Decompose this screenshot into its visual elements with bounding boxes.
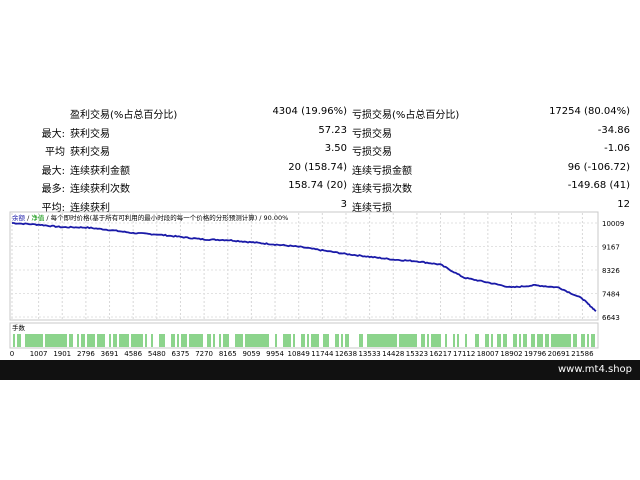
x-tick-label: 13533 (358, 350, 380, 358)
stats-row: 最多: 连续获利次数 158.74 (20) 连续亏损次数 -149.68 (41) (0, 178, 640, 197)
row-value-loss: 12 (617, 198, 630, 210)
volume-label: 手数 (12, 323, 26, 332)
x-tick-label: 10849 (288, 350, 310, 358)
x-tick-label: 1007 (30, 350, 48, 358)
x-tick-label: 4586 (124, 350, 142, 358)
row-label: 获利交易 (70, 147, 110, 158)
y-tick-label: 7484 (602, 291, 620, 299)
x-tick-label: 18902 (500, 350, 522, 358)
x-tick-label: 11744 (311, 350, 334, 358)
x-tick-label: 16217 (429, 350, 451, 358)
row-label-loss: 连续亏损金额 (352, 165, 412, 177)
x-tick-label: 9954 (266, 350, 284, 358)
row-value: 20 (158.74) (288, 161, 347, 173)
legend-equity: 净值 (31, 213, 45, 222)
stats-row: 最大: 连续获利金额 20 (158.74) 连续亏损金额 96 (-106.72) (0, 160, 640, 179)
row-value-loss: -34.86 (597, 124, 630, 136)
x-tick-label: 14428 (382, 350, 404, 358)
x-tick-label: 12638 (335, 350, 357, 358)
x-tick-label: 8165 (219, 350, 237, 358)
y-tick-label: 9167 (602, 244, 620, 252)
row-label: 获利交易 (70, 128, 110, 140)
row-label-loss: 亏损交易 (352, 128, 392, 140)
row-value: 3 (340, 198, 347, 210)
row-label: 连续获利金额 (70, 165, 130, 177)
x-tick-label: 2796 (77, 350, 95, 358)
x-tick-label: 7270 (195, 350, 213, 358)
row-label-loss: 连续亏损次数 (352, 184, 412, 195)
y-tick-label: 6643 (602, 314, 620, 322)
row-prefix: 最大: (41, 128, 65, 140)
stats-row: 最大: 获利交易 57.23 亏损交易 -34.86 (0, 123, 640, 142)
x-tick-label: 0 (10, 350, 14, 358)
row-value-loss: 17254 (80.04%) (549, 106, 630, 117)
row-value: 57.23 (318, 124, 347, 136)
x-tick-label: 1901 (53, 350, 71, 358)
x-tick-label: 21586 (571, 350, 594, 358)
x-tick-label: 6375 (172, 350, 190, 358)
svg-text:余额 / 净值 / 每个即时价格(基于所有可利用的最小时段的: 余额 / 净值 / 每个即时价格(基于所有可利用的最小时段的每一个价格的分形预测… (12, 213, 288, 222)
balance-chart: 10009 9167 8326 7484 6643 0 1007 1901 2796 3691 4… (9, 211, 624, 358)
legend-description: 每个即时价格(基于所有可利用的最小时段的每一个价格的分形预测计算) / 90.0… (51, 213, 289, 222)
row-value-loss: -149.68 (41) (567, 180, 630, 191)
row-prefix: 平均 (45, 147, 65, 158)
x-tick-label: 19796 (524, 350, 547, 358)
row-label: 盈利交易(%占总百分比) (70, 110, 178, 121)
row-value: 4304 (19.96%) (272, 106, 347, 117)
x-tick-label: 20691 (548, 350, 570, 358)
stats-row: 盈利交易(%占总百分比) 4304 (19.96%) 亏损交易(%占总百分比) 172… (0, 104, 640, 123)
statistics-table: 盈利交易(%占总百分比) 4304 (19.96%) 亏损交易(%占总百分比) 172… (0, 104, 640, 215)
footer-site-text: www.mt4.shop (557, 364, 632, 375)
x-tick-label: 9059 (242, 350, 260, 358)
row-label-loss: 亏损交易(%占总百分比) (352, 110, 460, 121)
y-tick-label: 8326 (602, 267, 620, 275)
stats-row: 平均 获利交易 3.50 亏损交易 -1.06 (0, 141, 640, 160)
row-label-loss: 亏损交易 (352, 147, 392, 158)
y-tick-label: 10009 (602, 220, 624, 228)
row-prefix: 最多: (41, 184, 65, 195)
x-tick-label: 5480 (148, 350, 166, 358)
row-value: 3.50 (324, 143, 347, 154)
x-tick-label: 17112 (453, 350, 475, 358)
row-label: 连续获利次数 (70, 184, 130, 195)
x-tick-label: 18007 (477, 350, 499, 358)
row-value-loss: 96 (-106.72) (567, 161, 630, 173)
x-tick-label: 15323 (406, 350, 428, 358)
x-tick-label: 3691 (101, 350, 119, 358)
row-value-loss: -1.06 (604, 143, 630, 154)
row-value: 158.74 (20) (288, 180, 347, 191)
footer-bar: www.mt4.shop (0, 360, 640, 380)
row-prefix: 最大: (41, 165, 65, 177)
legend-balance: 余额 (12, 213, 26, 222)
